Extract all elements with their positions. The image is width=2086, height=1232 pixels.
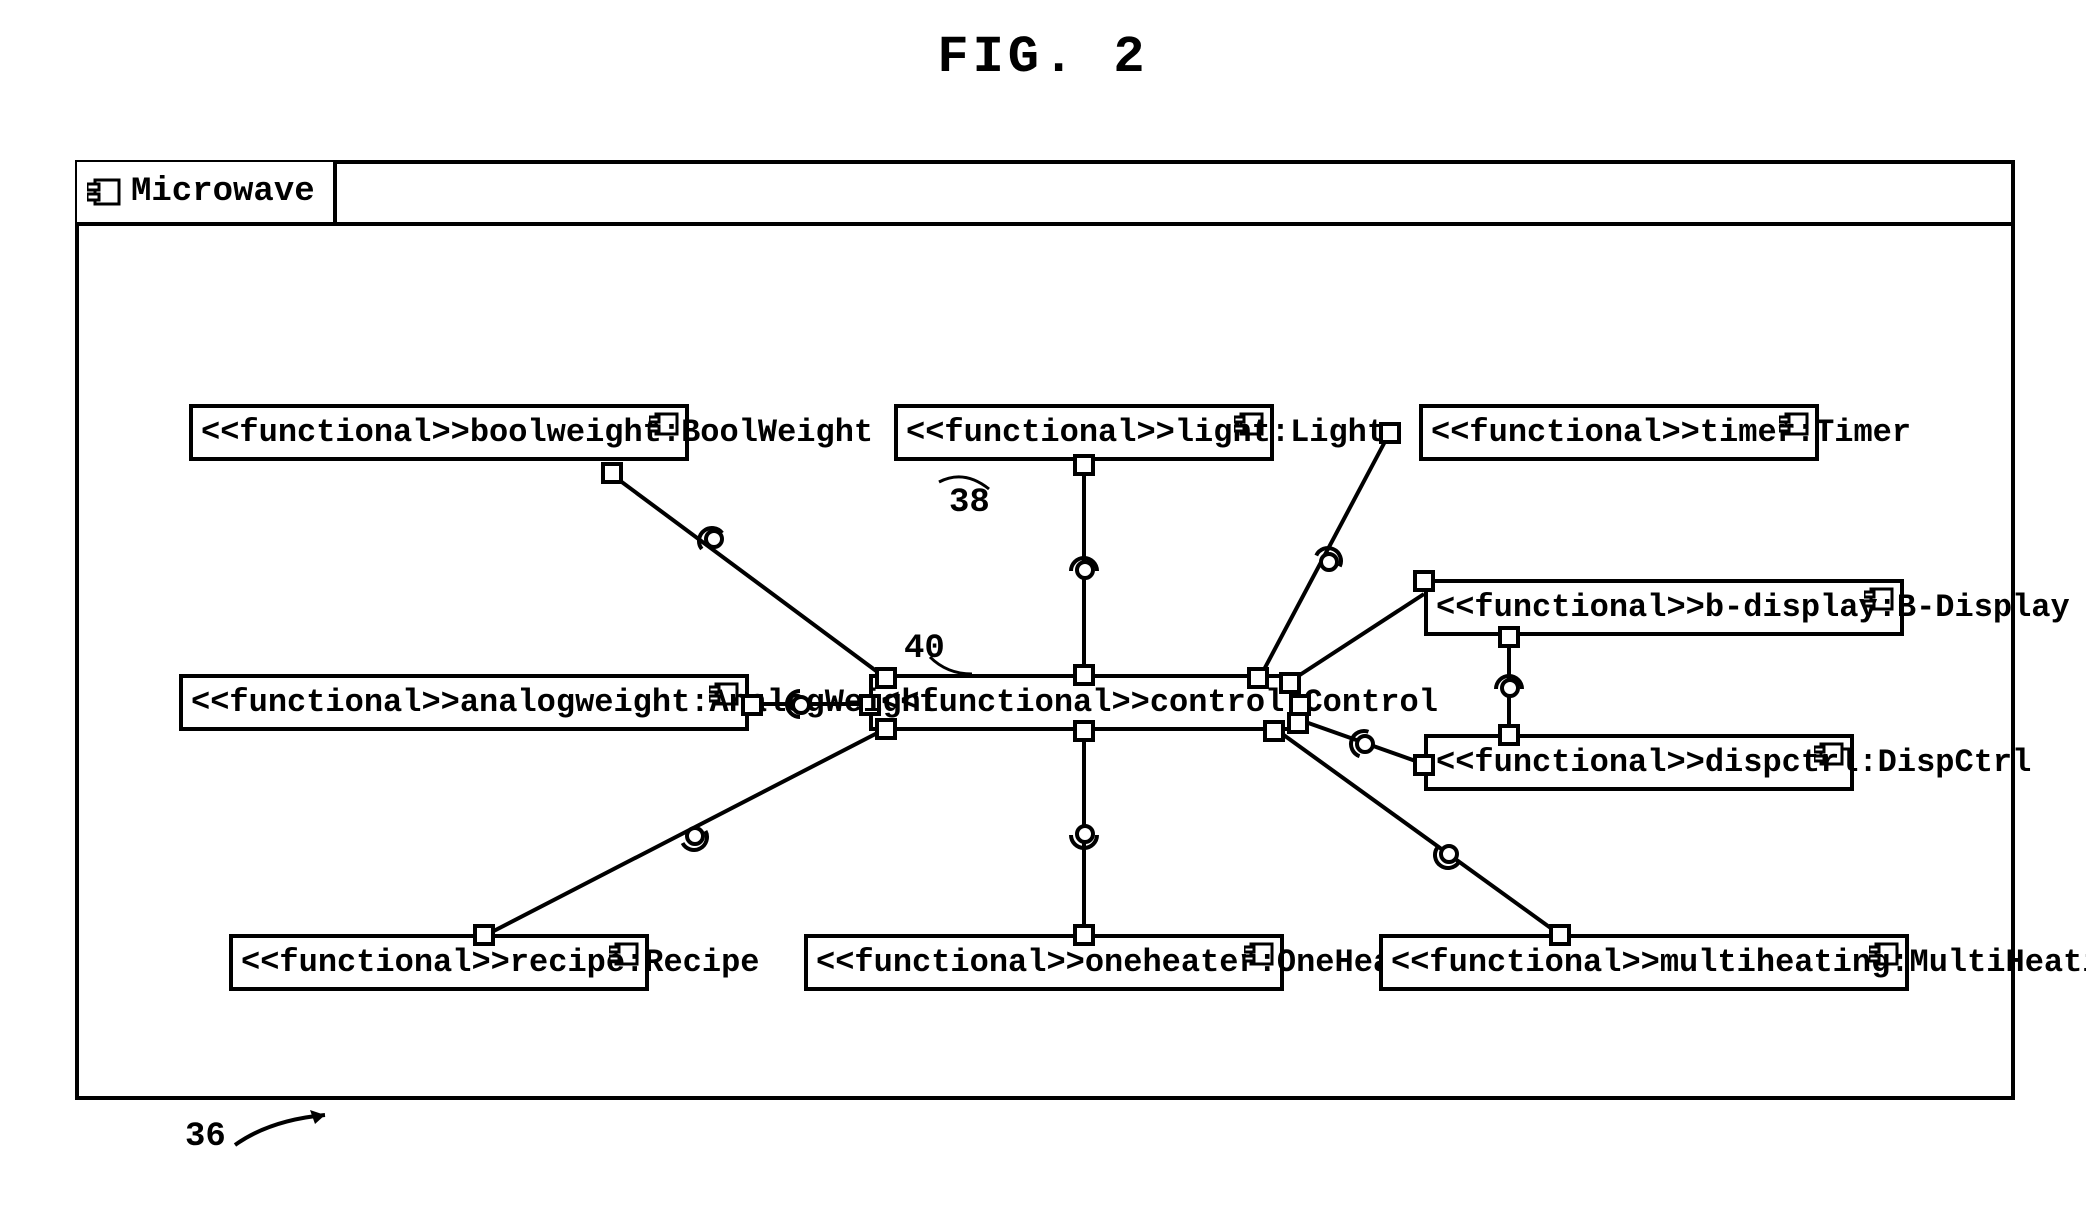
figure-title: FIG. 2 (937, 28, 1148, 87)
stereotype-label: <<functional>> (1431, 414, 1700, 451)
stereotype-label: <<functional>> (241, 944, 510, 981)
component-icon (649, 412, 679, 436)
stereotype-label: <<functional>> (906, 414, 1175, 451)
component-boolweight: <<functional>>boolweight:BoolWeight (189, 404, 689, 461)
ball-icon (1439, 844, 1459, 864)
port (1073, 664, 1095, 686)
ball-icon (1075, 824, 1095, 844)
component-bdisplay: <<functional>>b-display:B-Display (1424, 579, 1904, 636)
component-timer: <<functional>>timer:Timer (1419, 404, 1819, 461)
component-icon (1869, 942, 1899, 966)
stereotype-label: <<functional>> (1436, 744, 1705, 781)
component-icon (1864, 587, 1894, 611)
ball-icon (1355, 734, 1375, 754)
component-icon (1779, 412, 1809, 436)
port (1413, 570, 1435, 592)
ball-icon (791, 695, 811, 715)
component-icon (1814, 742, 1844, 766)
port (1379, 422, 1401, 444)
port (1498, 724, 1520, 746)
port (1549, 924, 1571, 946)
ball-icon (1500, 678, 1520, 698)
ref-36-arrow (230, 1110, 350, 1160)
diagram-panel: Microwave (75, 160, 2015, 1100)
port (1073, 924, 1095, 946)
port (1073, 720, 1095, 742)
component-label: analogweight:AnalogWeight (460, 684, 940, 721)
ball-icon (1319, 552, 1339, 572)
port (1287, 712, 1309, 734)
port (1247, 667, 1269, 689)
stereotype-label: <<functional>> (191, 684, 460, 721)
port (473, 924, 495, 946)
ball-icon (685, 826, 705, 846)
port (875, 718, 897, 740)
port (1073, 454, 1095, 476)
port (741, 694, 763, 716)
component-analogweight: <<functional>>analogweight:AnalogWeight (179, 674, 749, 731)
component-label: light:Light (1175, 414, 1386, 451)
component-multiheating: <<functional>>multiheating:MultiHeating (1379, 934, 1909, 991)
figure-canvas: FIG. 2 Microwave (0, 0, 2086, 1232)
panel-tab-label: Microwave (131, 173, 315, 211)
component-recipe: <<functional>>recipe:Recipe (229, 934, 649, 991)
port (1279, 672, 1301, 694)
component-icon (609, 942, 639, 966)
component-oneheater: <<functional>>oneheater:OneHeater (804, 934, 1284, 991)
port (1263, 720, 1285, 742)
ref-38-leader (934, 464, 994, 494)
component-icon (1234, 412, 1264, 436)
component-light: <<functional>>light:Light (894, 404, 1274, 461)
stereotype-label: <<functional>> (201, 414, 470, 451)
ball-icon (704, 529, 724, 549)
stereotype-label: <<functional>> (1391, 944, 1660, 981)
ref-40-leader (927, 654, 977, 678)
component-icon (1244, 942, 1274, 966)
port (1498, 626, 1520, 648)
component-icon (87, 178, 121, 206)
stereotype-label: <<functional>> (1436, 589, 1705, 626)
component-icon (709, 682, 739, 706)
ref-36: 36 (185, 1118, 226, 1156)
component-dispctrl: <<functional>>dispctrl:DispCtrl (1424, 734, 1854, 791)
port (1413, 754, 1435, 776)
panel-tab: Microwave (77, 162, 337, 226)
tab-separator (79, 222, 2011, 226)
ball-icon (1075, 560, 1095, 580)
component-label: dispctrl:DispCtrl (1705, 744, 2031, 781)
port (601, 462, 623, 484)
stereotype-label: <<functional>> (816, 944, 1085, 981)
